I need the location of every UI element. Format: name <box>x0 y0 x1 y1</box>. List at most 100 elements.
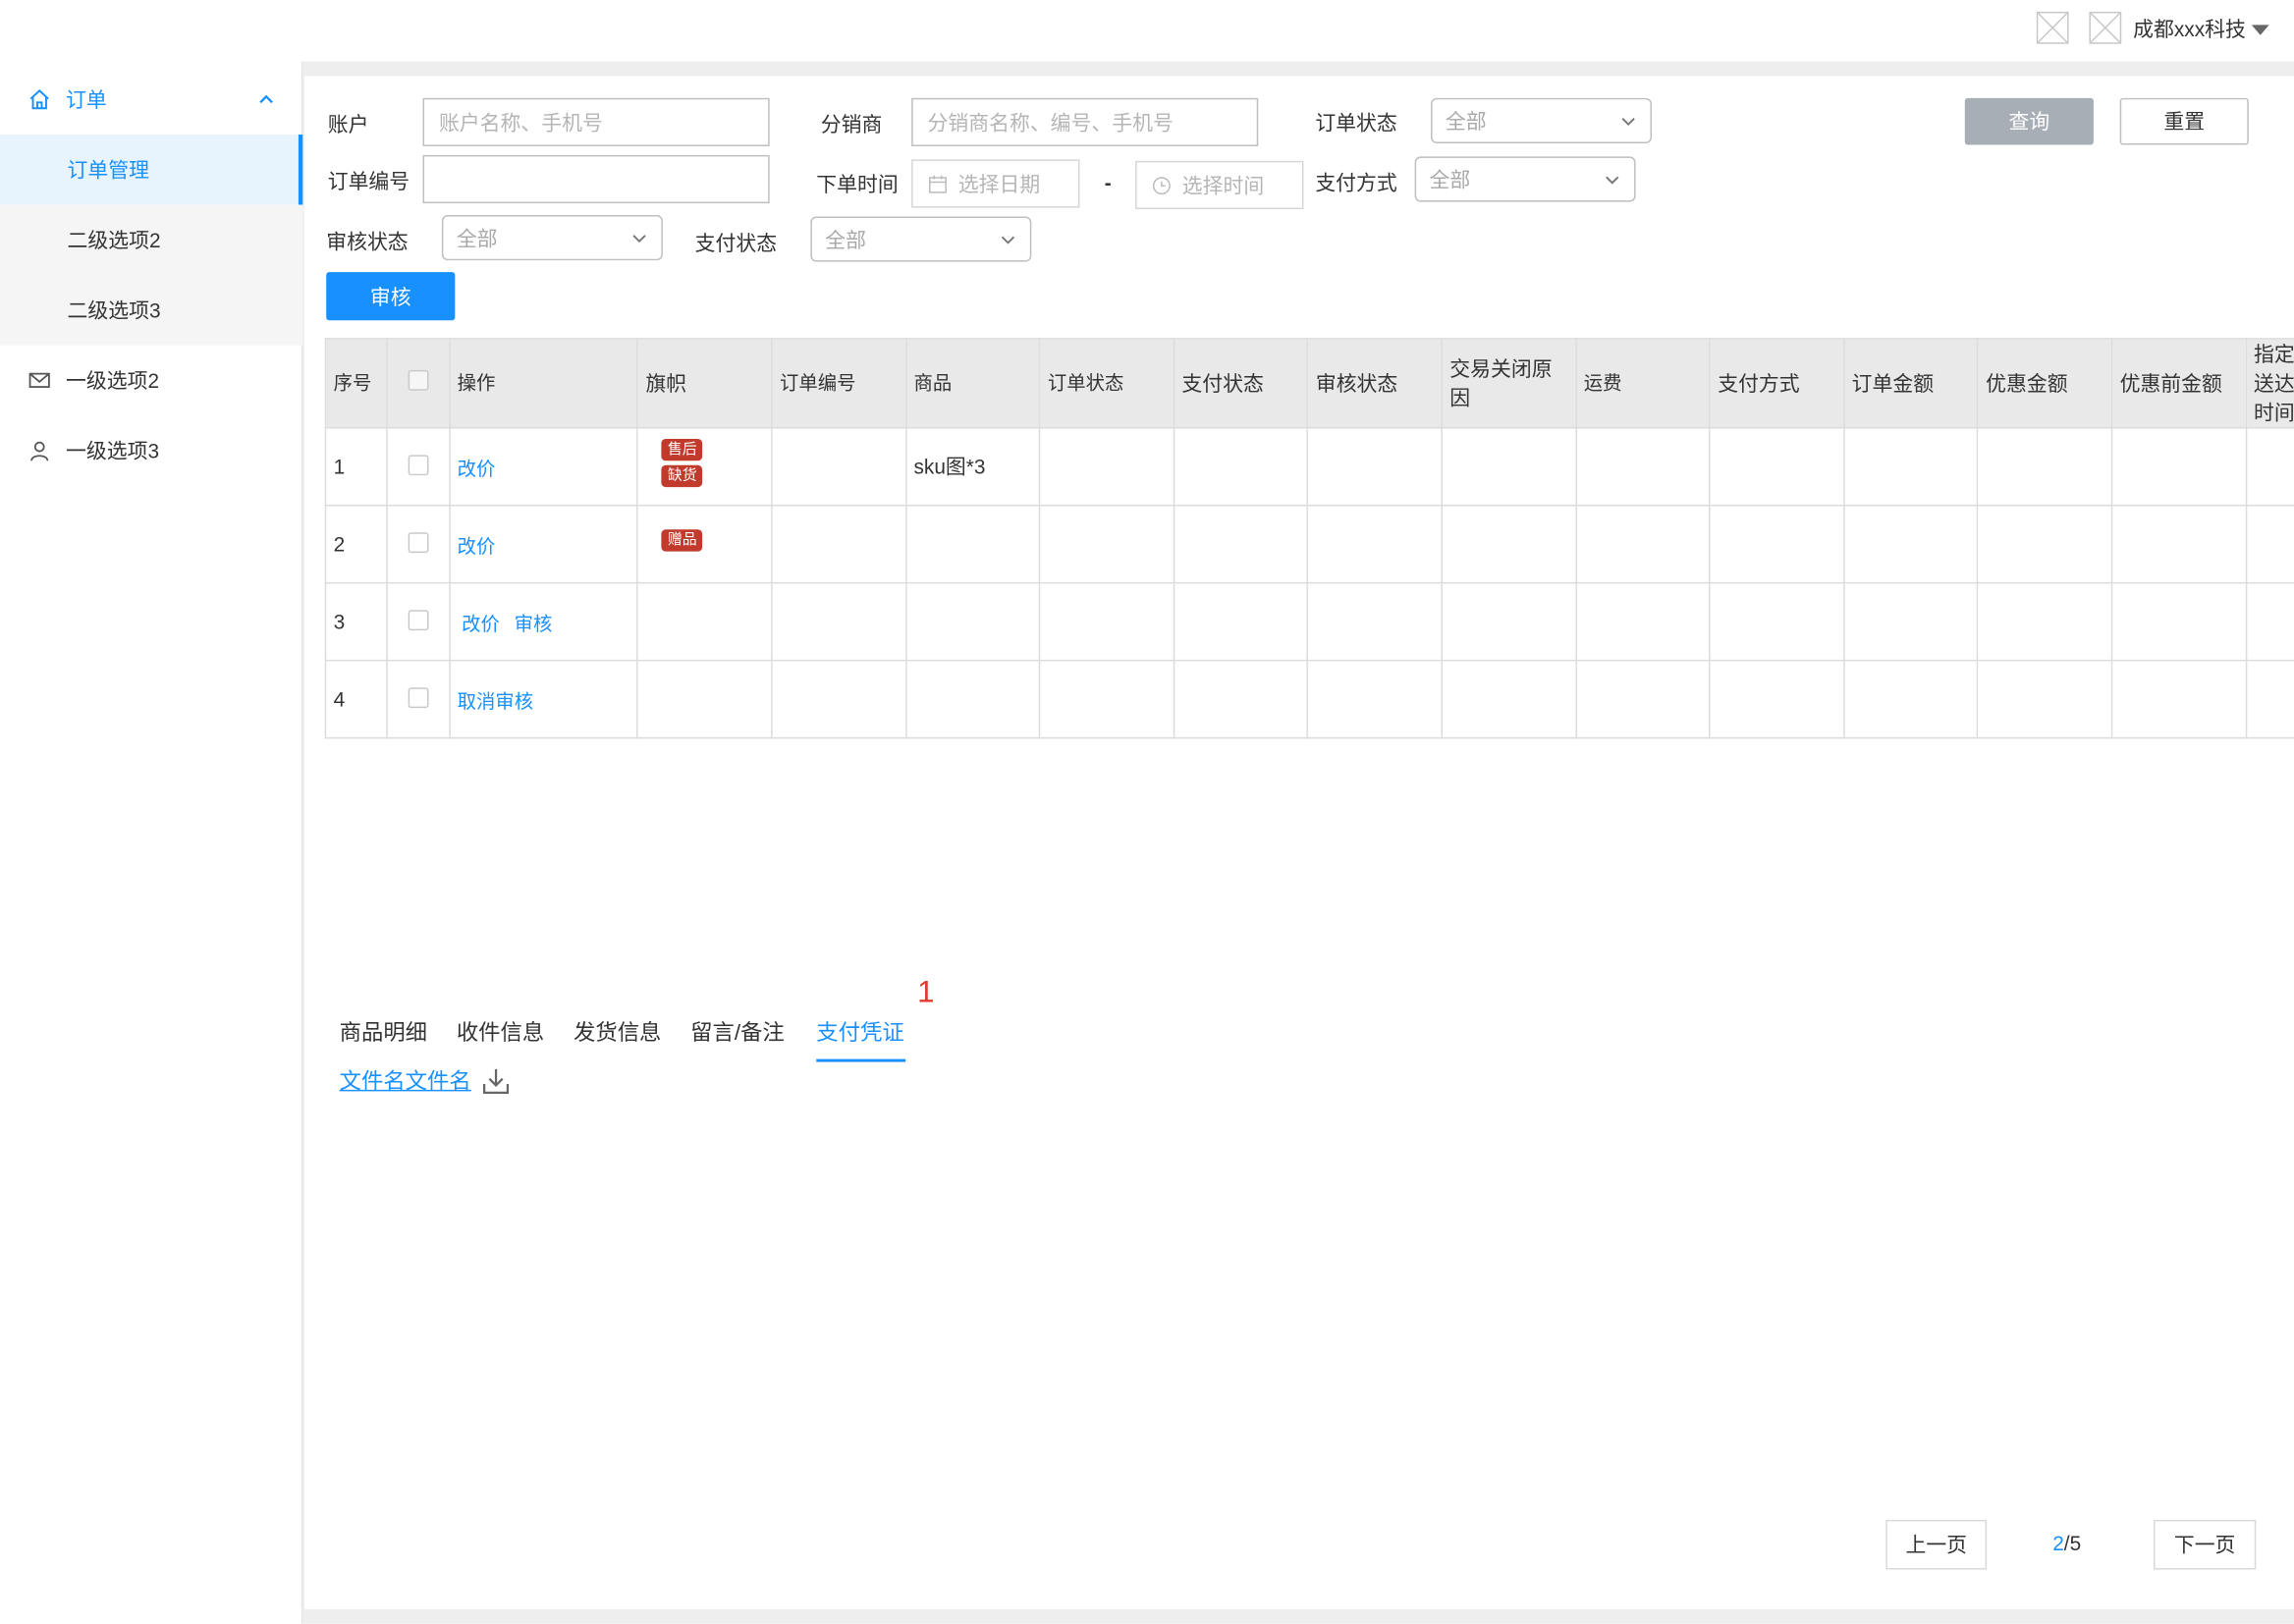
col-flag: 旗帜 <box>636 338 773 429</box>
row-checkbox[interactable] <box>408 609 429 630</box>
row-flags: 售后缺货 <box>636 427 773 507</box>
row-order-no <box>771 427 907 507</box>
next-page-button[interactable]: 下一页 <box>2153 1519 2257 1570</box>
row-checkbox[interactable] <box>408 531 429 553</box>
audit-status-value: 全部 <box>456 226 498 250</box>
pay-status-select[interactable]: 全部 <box>810 216 1032 262</box>
calendar-icon <box>929 175 947 192</box>
tab-receiver-info[interactable]: 收件信息 <box>457 1016 544 1047</box>
gift-tag: 赠品 <box>661 529 703 552</box>
edit-price-link[interactable]: 改价 <box>458 458 496 479</box>
out-of-stock-tag: 缺货 <box>661 464 703 488</box>
pay-method-label: 支付方式 <box>1315 171 1397 195</box>
sidebar-item-orders[interactable]: 订单 <box>0 65 302 135</box>
order-time-label: 下单时间 <box>816 172 899 196</box>
row-product: sku图*3 <box>904 427 1041 507</box>
image-placeholder-icon <box>2036 11 2069 44</box>
pay-method-select[interactable]: 全部 <box>1414 156 1636 202</box>
sidebar-item-label: 一级选项3 <box>66 438 160 462</box>
row-select <box>386 504 451 584</box>
sidebar: 订单 订单管理 二级选项2 二级选项3 一级选项2 一级选项3 <box>0 61 303 1624</box>
col-order-status: 订单状态 <box>1038 338 1174 429</box>
current-page: 2 <box>2052 1531 2064 1555</box>
col-pay-status: 支付状态 <box>1173 338 1309 429</box>
date-placeholder: 选择日期 <box>957 172 1041 195</box>
row-checkbox[interactable] <box>408 454 429 475</box>
pay-status-value: 全部 <box>825 227 866 251</box>
edit-price-link[interactable]: 改价 <box>462 612 500 633</box>
order-no-label: 订单编号 <box>327 169 410 193</box>
home-icon <box>27 87 51 111</box>
row-seq: 2 <box>324 504 389 584</box>
chevron-down-icon <box>1621 117 1635 126</box>
col-order-no: 订单编号 <box>771 338 907 429</box>
distributor-input[interactable] <box>911 97 1259 146</box>
caret-down-icon <box>2251 25 2269 35</box>
order-status-label: 订单状态 <box>1315 111 1397 135</box>
table-row: 2 改价 赠品 <box>324 504 2294 584</box>
col-audit-status: 审核状态 <box>1306 338 1443 429</box>
row-checkbox[interactable] <box>408 686 429 708</box>
order-status-value: 全部 <box>1445 108 1487 133</box>
sidebar-item-label: 二级选项3 <box>67 298 161 322</box>
annotation-marker: 1 <box>917 975 935 1009</box>
row-product <box>904 659 1041 739</box>
prev-page-button[interactable]: 上一页 <box>1885 1519 1988 1570</box>
company-name: 成都xxx科技 <box>2133 17 2246 41</box>
user-icon <box>27 439 51 462</box>
col-close-reason: 交易关闭原因 <box>1441 338 1577 429</box>
pay-status-label: 支付状态 <box>694 231 778 255</box>
account-input[interactable] <box>422 97 770 146</box>
chevron-down-icon <box>1606 175 1619 184</box>
avatar-placeholder-icon[interactable] <box>2089 11 2122 44</box>
sidebar-item-label: 订单管理 <box>67 157 149 182</box>
sidebar-item-label: 订单 <box>66 87 107 112</box>
row-flags: 赠品 <box>636 504 773 584</box>
sidebar-item-label: 二级选项2 <box>67 228 161 252</box>
table-row: 1 改价 售后缺货 sku图*3 <box>324 427 2294 507</box>
col-discount: 优惠金额 <box>1977 338 2113 429</box>
audit-status-select[interactable]: 全部 <box>441 215 663 261</box>
select-all-checkbox[interactable] <box>408 369 429 391</box>
tab-shipping-info[interactable]: 发货信息 <box>574 1016 661 1047</box>
order-date-picker[interactable]: 选择日期 <box>911 159 1080 208</box>
tab-payment-voucher[interactable]: 支付凭证 <box>816 1016 903 1047</box>
edit-price-link[interactable]: 改价 <box>458 535 496 557</box>
clock-icon <box>1152 176 1171 194</box>
sidebar-item-label: 一级选项2 <box>66 368 160 393</box>
sidebar-item-order-management[interactable]: 订单管理 <box>0 135 303 205</box>
cancel-audit-link[interactable]: 取消审核 <box>458 689 533 711</box>
attachment-filename-link[interactable]: 文件名文件名 <box>340 1065 471 1096</box>
table-header-row: 序号 操作 旗帜 订单编号 商品 订单状态 支付状态 审核状态 交易关闭原因 运… <box>324 338 2294 429</box>
account-label: 账户 <box>327 112 369 136</box>
row-seq: 3 <box>324 581 389 662</box>
col-seq: 序号 <box>324 338 389 429</box>
order-no-input[interactable] <box>422 154 770 204</box>
company-switcher[interactable]: 成都xxx科技 <box>2133 15 2270 44</box>
row-ops: 改价 <box>448 504 639 584</box>
query-button[interactable]: 查询 <box>1964 97 2094 145</box>
sidebar-item-option-3[interactable]: 一级选项3 <box>0 415 302 486</box>
distributor-label: 分销商 <box>820 112 883 136</box>
audit-link[interactable]: 审核 <box>515 612 553 633</box>
sidebar-item-sub-option-3[interactable]: 二级选项3 <box>0 275 303 346</box>
download-icon[interactable] <box>481 1065 511 1095</box>
col-pay-method: 支付方式 <box>1709 338 1845 429</box>
order-status-select[interactable]: 全部 <box>1431 97 1652 144</box>
audit-button[interactable]: 审核 <box>326 272 456 321</box>
order-time-picker[interactable]: 选择时间 <box>1135 160 1304 210</box>
row-ops: 改价 审核 <box>448 581 639 662</box>
mail-icon <box>27 368 51 392</box>
row-product <box>904 581 1041 662</box>
reset-button[interactable]: 重置 <box>2119 97 2249 145</box>
chevron-up-icon <box>259 94 273 104</box>
col-select-all <box>386 338 451 429</box>
tab-message-notes[interactable]: 留言/备注 <box>690 1016 785 1047</box>
tab-product-detail[interactable]: 商品明细 <box>340 1016 427 1047</box>
sidebar-item-sub-option-2[interactable]: 二级选项2 <box>0 204 303 276</box>
chevron-down-icon <box>632 234 646 243</box>
row-seq: 4 <box>324 659 389 739</box>
col-designated-time: 指定送达时间 <box>2245 338 2294 429</box>
sidebar-item-option-2[interactable]: 一级选项2 <box>0 346 302 416</box>
attachment-row: 文件名文件名 <box>340 1065 511 1096</box>
